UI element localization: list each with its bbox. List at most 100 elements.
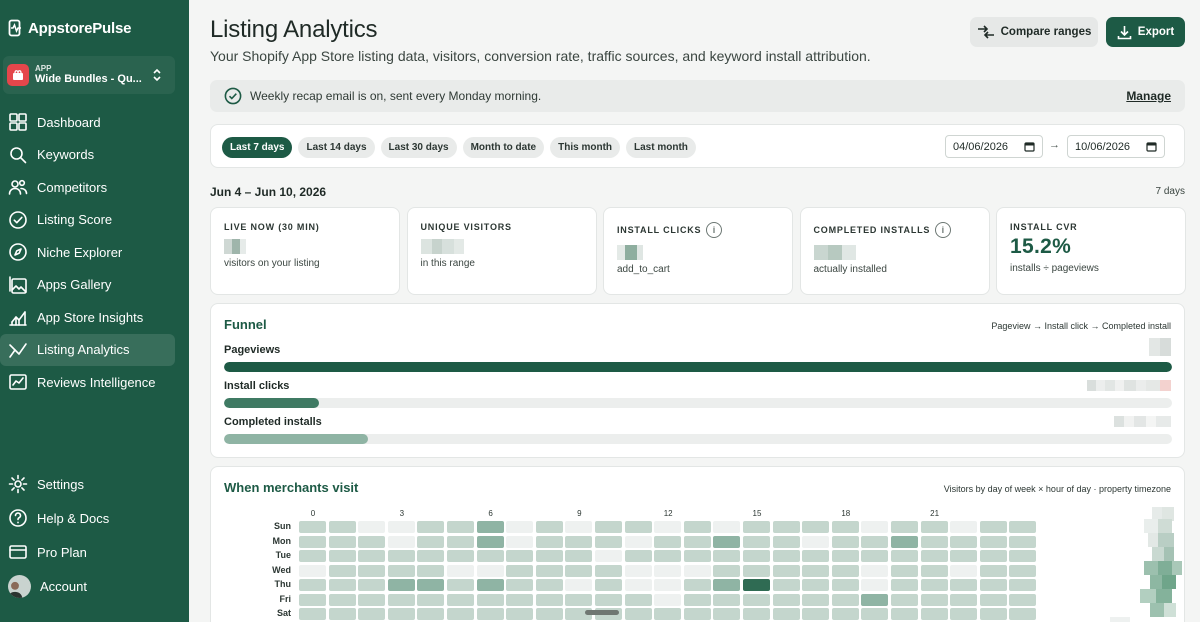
heatmap-cell[interactable]: [387, 608, 415, 620]
heatmap-cell[interactable]: [802, 550, 830, 562]
heatmap-cell[interactable]: [506, 564, 534, 577]
heatmap-cell[interactable]: [654, 535, 682, 548]
sidebar-item-reviews-intelligence[interactable]: Reviews Intelligence: [0, 366, 175, 399]
heatmap-cell[interactable]: [772, 608, 800, 620]
range-preset-month-to-date[interactable]: Month to date: [462, 137, 545, 158]
heatmap-cell[interactable]: [299, 593, 326, 606]
heatmap-cell[interactable]: [595, 579, 622, 591]
heatmap-cell[interactable]: [891, 550, 918, 562]
heatmap-cell[interactable]: [595, 593, 622, 606]
heatmap-cell[interactable]: [565, 593, 593, 606]
sidebar-item-listing-score[interactable]: Listing Score: [0, 204, 175, 237]
heatmap-cell[interactable]: [831, 579, 859, 591]
heatmap-cell[interactable]: [624, 593, 652, 606]
heatmap-cell[interactable]: [950, 608, 978, 620]
heatmap-cell[interactable]: [713, 535, 741, 548]
sidebar-item-dashboard[interactable]: Dashboard: [0, 106, 175, 139]
heatmap-cell[interactable]: [417, 608, 445, 620]
heatmap-cell[interactable]: [950, 550, 978, 562]
heatmap-cell[interactable]: [861, 550, 889, 562]
heatmap-cell[interactable]: [328, 535, 356, 548]
heatmap-cell[interactable]: [654, 593, 682, 606]
heatmap-cell[interactable]: [772, 521, 800, 533]
heatmap-cell[interactable]: [565, 564, 593, 577]
heatmap-cell[interactable]: [476, 521, 504, 533]
heatmap-cell[interactable]: [654, 608, 682, 620]
heatmap-cell[interactable]: [299, 564, 326, 577]
heatmap-cell[interactable]: [891, 535, 918, 548]
heatmap-cell[interactable]: [417, 593, 445, 606]
heatmap-cell[interactable]: [861, 564, 889, 577]
heatmap-cell[interactable]: [979, 579, 1007, 591]
heatmap-cell[interactable]: [802, 521, 830, 533]
date-to-input[interactable]: 10/06/2026: [1067, 135, 1165, 158]
heatmap-cell[interactable]: [950, 579, 978, 591]
heatmap-cell[interactable]: [683, 550, 711, 562]
compare-ranges-button[interactable]: Compare ranges: [970, 17, 1098, 47]
heatmap-cell[interactable]: [358, 608, 386, 620]
heatmap-cell[interactable]: [535, 521, 563, 533]
sidebar-item-account[interactable]: Account: [0, 569, 175, 603]
date-from-input[interactable]: 04/06/2026: [945, 135, 1043, 158]
heatmap-cell[interactable]: [476, 608, 504, 620]
heatmap-cell[interactable]: [654, 521, 682, 533]
heatmap-cell[interactable]: [624, 564, 652, 577]
heatmap-cell[interactable]: [299, 579, 326, 591]
heatmap-cell[interactable]: [476, 564, 504, 577]
heatmap-cell[interactable]: [447, 593, 474, 606]
sidebar-item-keywords[interactable]: Keywords: [0, 139, 175, 172]
heatmap-cell[interactable]: [920, 608, 948, 620]
heatmap-cell[interactable]: [299, 608, 326, 620]
heatmap-cell[interactable]: [772, 593, 800, 606]
heatmap-cell[interactable]: [565, 521, 593, 533]
heatmap-cell[interactable]: [447, 521, 474, 533]
sidebar-item-competitors[interactable]: Competitors: [0, 171, 175, 204]
heatmap-cell[interactable]: [802, 535, 830, 548]
heatmap-cell[interactable]: [891, 608, 918, 620]
heatmap-cell[interactable]: [979, 608, 1007, 620]
heatmap-cell[interactable]: [861, 535, 889, 548]
heatmap-cell[interactable]: [802, 608, 830, 620]
info-icon[interactable]: i: [706, 222, 723, 238]
heatmap-cell[interactable]: [743, 521, 770, 533]
heatmap-cell[interactable]: [506, 593, 534, 606]
heatmap-cell[interactable]: [802, 579, 830, 591]
heatmap-cell[interactable]: [950, 521, 978, 533]
heatmap-cell[interactable]: [476, 535, 504, 548]
heatmap-cell[interactable]: [772, 564, 800, 577]
heatmap-cell[interactable]: [683, 564, 711, 577]
heatmap-cell[interactable]: [358, 593, 386, 606]
heatmap-scrollbar[interactable]: [585, 610, 619, 615]
heatmap-cell[interactable]: [595, 535, 622, 548]
heatmap-cell[interactable]: [299, 521, 326, 533]
heatmap-cell[interactable]: [861, 521, 889, 533]
heatmap-cell[interactable]: [891, 579, 918, 591]
heatmap-cell[interactable]: [683, 579, 711, 591]
heatmap-cell[interactable]: [299, 550, 326, 562]
heatmap-cell[interactable]: [328, 564, 356, 577]
heatmap-cell[interactable]: [743, 593, 770, 606]
heatmap-cell[interactable]: [447, 564, 474, 577]
heatmap-cell[interactable]: [891, 593, 918, 606]
heatmap-cell[interactable]: [358, 521, 386, 533]
heatmap-cell[interactable]: [979, 593, 1007, 606]
heatmap-cell[interactable]: [920, 564, 948, 577]
heatmap-cell[interactable]: [447, 608, 474, 620]
heatmap-cell[interactable]: [328, 550, 356, 562]
heatmap-cell[interactable]: [417, 535, 445, 548]
heatmap-cell[interactable]: [535, 535, 563, 548]
heatmap-cell[interactable]: [565, 535, 593, 548]
heatmap-cell[interactable]: [920, 535, 948, 548]
heatmap-cell[interactable]: [535, 564, 563, 577]
heatmap-cell[interactable]: [1009, 550, 1037, 562]
heatmap-cell[interactable]: [387, 550, 415, 562]
heatmap-cell[interactable]: [743, 564, 770, 577]
heatmap-cell[interactable]: [979, 535, 1007, 548]
heatmap-cell[interactable]: [565, 550, 593, 562]
heatmap-cell[interactable]: [476, 579, 504, 591]
heatmap-cell[interactable]: [1009, 593, 1037, 606]
heatmap-cell[interactable]: [535, 593, 563, 606]
heatmap-cell[interactable]: [624, 579, 652, 591]
heatmap-cell[interactable]: [358, 535, 386, 548]
heatmap-cell[interactable]: [595, 521, 622, 533]
